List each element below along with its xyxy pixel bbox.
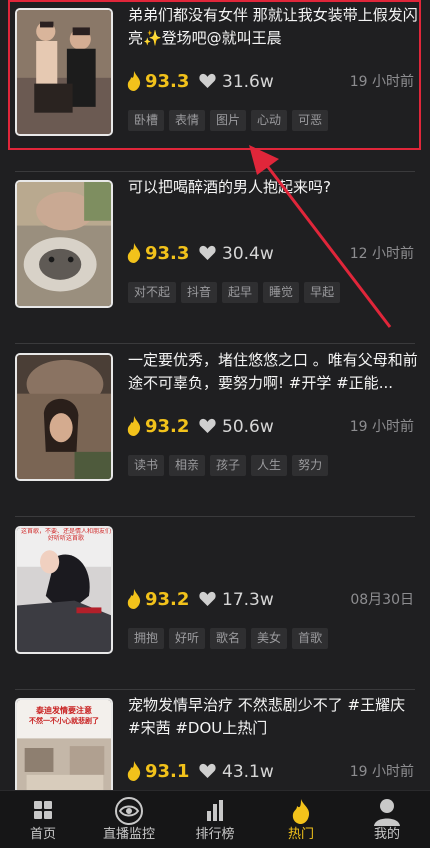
heat-score: 93.1 xyxy=(145,761,190,782)
heart-icon xyxy=(199,591,216,606)
nav-label: 排行榜 xyxy=(195,827,235,842)
tag[interactable]: 美女 xyxy=(251,628,288,649)
thumbnail-image xyxy=(17,528,111,652)
video-stats: 93.1 43.1w 19 小时前 xyxy=(126,760,416,784)
post-time: 19 小时前 xyxy=(349,419,414,435)
user-icon xyxy=(374,799,400,826)
thumbnail-image xyxy=(17,355,111,479)
tag[interactable]: 歌名 xyxy=(210,628,247,649)
nav-item-hot[interactable]: 热门 xyxy=(258,791,344,848)
grid-icon xyxy=(34,801,52,819)
heart-icon xyxy=(199,245,216,260)
nav-label: 我的 xyxy=(373,827,400,842)
eye-icon xyxy=(115,797,143,825)
tag-list: 读书 相亲 孩子 人生 努力 xyxy=(128,455,418,477)
tag[interactable]: 好听 xyxy=(169,628,206,649)
flame-icon xyxy=(127,243,141,263)
video-stats: 93.2 17.3w 08月30日 xyxy=(126,588,416,612)
flame-icon xyxy=(127,761,141,781)
thumbnail-caption-1: 泰迪发情要注意 xyxy=(36,706,92,715)
tag-list: 拥抱 好听 歌名 美女 首歌 xyxy=(128,628,418,650)
heart-icon xyxy=(199,763,216,778)
nav-label: 首页 xyxy=(29,827,56,842)
nav-item-ranking[interactable]: 排行榜 xyxy=(172,791,258,848)
like-count: 17.3w xyxy=(222,590,274,610)
flame-icon xyxy=(127,589,141,609)
video-thumbnail[interactable] xyxy=(15,353,113,481)
tag[interactable]: 对不起 xyxy=(128,282,177,303)
nav-label: 直播监控 xyxy=(102,827,155,842)
heart-icon xyxy=(199,418,216,433)
video-feed: 弟弟们都没有女伴 那就让我女装带上假发闪亮✨登场吧@就叫王晨 93.3 31.6… xyxy=(0,0,430,790)
video-card[interactable]: 一定要优秀，堵住悠悠之口 。唯有父母和前途不可辜负，要努力啊! #开学 #正能.… xyxy=(0,345,430,517)
tag[interactable]: 努力 xyxy=(292,455,329,476)
post-time: 19 小时前 xyxy=(349,764,414,780)
like-count: 50.6w xyxy=(222,417,274,437)
video-title[interactable]: 宠物发情早治疗 不然悲剧少不了 #王耀庆 #宋茜 #DOU上热门 xyxy=(128,694,418,742)
like-count: 43.1w xyxy=(222,762,274,782)
nav-item-home[interactable]: 首页 xyxy=(0,791,86,848)
video-thumbnail[interactable]: 这首歌，不要、还是情人和朋友们好听听这首歌 xyxy=(15,526,113,654)
nav-item-live-monitor[interactable]: 直播监控 xyxy=(86,791,172,848)
divider xyxy=(15,343,415,344)
divider xyxy=(15,516,415,517)
post-time: 08月30日 xyxy=(350,592,414,608)
tag[interactable]: 孩子 xyxy=(210,455,247,476)
heat-score: 93.3 xyxy=(145,243,190,264)
bottom-nav: 首页 直播监控 排行榜 热门 我的 xyxy=(0,790,430,848)
tag[interactable]: 抖音 xyxy=(181,282,218,303)
video-thumbnail[interactable] xyxy=(15,180,113,308)
annotation-arrow xyxy=(249,145,392,328)
nav-label: 热门 xyxy=(287,827,314,842)
heat-score: 93.2 xyxy=(145,589,190,610)
video-card[interactable]: 这首歌，不要、还是情人和朋友们好听听这首歌 93.2 17.3w 08月30日 … xyxy=(0,518,430,690)
nav-item-mine[interactable]: 我的 xyxy=(344,791,430,848)
tag[interactable]: 首歌 xyxy=(292,628,329,649)
flame-icon xyxy=(127,416,141,436)
video-title[interactable]: 一定要优秀，堵住悠悠之口 。唯有父母和前途不可辜负，要努力啊! #开学 #正能.… xyxy=(128,349,418,397)
thumbnail-image xyxy=(17,182,111,306)
highlight-box xyxy=(8,0,421,150)
video-stats: 93.2 50.6w 19 小时前 xyxy=(126,415,416,439)
thumbnail-caption: 这首歌，不要、还是情人和朋友们好听听这首歌 xyxy=(21,528,112,542)
tag[interactable]: 拥抱 xyxy=(128,628,165,649)
video-card[interactable]: 泰迪发情要注意 不然一不小心就悲剧了 宠物发情早治疗 不然悲剧少不了 #王耀庆 … xyxy=(0,690,430,790)
tag[interactable]: 人生 xyxy=(251,455,288,476)
tag[interactable]: 读书 xyxy=(128,455,165,476)
bar-chart-icon xyxy=(207,800,223,821)
video-thumbnail[interactable]: 泰迪发情要注意 不然一不小心就悲剧了 xyxy=(15,698,113,790)
thumbnail-caption-2: 不然一不小心就悲剧了 xyxy=(29,717,99,725)
tag[interactable]: 相亲 xyxy=(169,455,206,476)
flame-icon xyxy=(292,799,310,824)
heat-score: 93.2 xyxy=(145,416,190,437)
